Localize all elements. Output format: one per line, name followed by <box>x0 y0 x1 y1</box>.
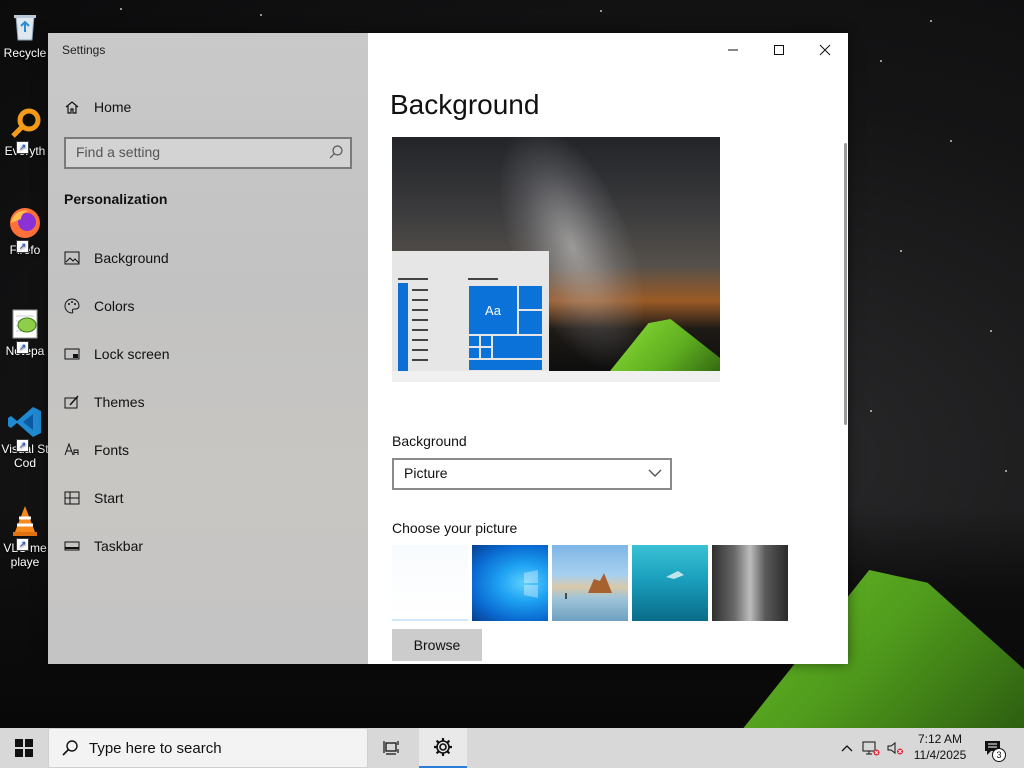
maximize-button[interactable] <box>756 39 802 61</box>
background-preview: Aa <box>392 137 720 382</box>
shortcut-arrow-icon: ↗ <box>16 141 29 154</box>
action-center-button[interactable]: 3 <box>978 728 1008 768</box>
preview-wallpaper-image: Aa <box>392 137 720 371</box>
font-icon <box>64 442 79 456</box>
shortcut-arrow-icon: ↗ <box>16 439 29 452</box>
recycle-bin-icon <box>14 15 36 41</box>
taskbar-icon <box>64 541 80 551</box>
start-button[interactable] <box>0 728 48 768</box>
sidebar-item-label: Fonts <box>94 442 130 458</box>
sidebar-item-lock-screen[interactable]: Lock screen <box>64 342 169 366</box>
notepad-plus-icon <box>12 309 38 339</box>
page-title: Background <box>390 89 540 120</box>
desktop-icon-label: Recycle <box>3 46 47 60</box>
find-setting-placeholder: Find a setting <box>76 144 161 160</box>
picture-icon <box>64 251 80 265</box>
preview-start-menu-mock: Aa <box>392 251 549 371</box>
window-title: Settings <box>62 43 106 57</box>
sidebar-home-label: Home <box>94 99 132 115</box>
sidebar-item-label: Lock screen <box>94 346 170 362</box>
show-hidden-icons-button[interactable] <box>838 728 856 768</box>
chevron-up-icon <box>841 745 853 752</box>
sidebar-item-label: Start <box>94 490 124 506</box>
sidebar-item-label: Taskbar <box>94 538 144 554</box>
shortcut-arrow-icon: ↗ <box>16 341 29 354</box>
background-type-label: Background <box>392 433 467 449</box>
desktop-icon-vlc[interactable]: ↗ VLC me playe <box>0 503 50 569</box>
sidebar-item-start[interactable]: Start <box>64 486 124 510</box>
picture-thumbnail-beach[interactable] <box>552 545 628 621</box>
palette-icon <box>64 298 80 314</box>
task-view-button[interactable] <box>368 728 416 768</box>
picture-thumbnail-rock[interactable] <box>712 545 788 621</box>
sidebar-home[interactable]: Home <box>64 95 131 119</box>
rock-formation-icon <box>565 573 612 599</box>
clock-time: 7:12 AM <box>917 732 963 746</box>
picture-thumbnail-underwater[interactable] <box>632 545 708 621</box>
volume-tray-button[interactable] <box>884 728 906 768</box>
close-icon <box>819 44 831 56</box>
everything-search-icon <box>11 108 41 138</box>
taskbar: Type here to search 7:12 AM 11/4/2025 3 <box>0 728 1024 768</box>
minimize-button[interactable] <box>710 39 756 61</box>
swimmer-icon <box>666 571 684 579</box>
background-type-value: Picture <box>404 465 448 481</box>
speaker-muted-icon <box>887 742 903 755</box>
lock-screen-icon <box>64 348 80 360</box>
sidebar-item-background[interactable]: Background <box>64 246 169 270</box>
sidebar-item-taskbar[interactable]: Taskbar <box>64 534 143 558</box>
vlc-cone-icon <box>13 506 37 536</box>
desktop-icon-notepad-plus[interactable]: ↗ Notepa <box>0 306 50 358</box>
gear-icon <box>434 738 452 756</box>
choose-picture-label: Choose your picture <box>392 520 518 536</box>
sidebar-item-colors[interactable]: Colors <box>64 294 134 318</box>
brush-icon <box>64 395 79 409</box>
settings-content: Background Aa Background Picture Choose … <box>368 33 848 664</box>
settings-window: Settings Home Find a setting Personaliza… <box>48 33 848 664</box>
desktop-icon-label-line2: Cod <box>13 456 36 470</box>
find-setting-input[interactable]: Find a setting <box>64 137 352 169</box>
taskbar-search-box[interactable]: Type here to search <box>48 728 368 768</box>
home-icon <box>65 101 79 114</box>
sidebar-item-fonts[interactable]: Fonts <box>64 438 129 462</box>
preview-tile-label: Aa <box>485 302 501 318</box>
browse-button[interactable]: Browse <box>392 629 482 661</box>
picture-thumbnail-windows[interactable] <box>472 545 548 621</box>
taskbar-search-placeholder: Type here to search <box>89 740 222 757</box>
sidebar-item-label: Background <box>94 250 169 266</box>
shortcut-arrow-icon: ↗ <box>16 538 29 551</box>
desktop-icon-recycle-bin[interactable]: Recycle <box>0 8 50 60</box>
vertical-scrollbar[interactable] <box>844 143 847 425</box>
taskbar-clock[interactable]: 7:12 AM 11/4/2025 <box>905 731 975 763</box>
notification-count-badge: 3 <box>992 748 1006 762</box>
start-icon <box>64 491 80 505</box>
chevron-down-icon <box>648 469 662 477</box>
section-title-personalization: Personalization <box>64 191 168 207</box>
windows-logo-icon <box>524 570 538 598</box>
network-tray-button[interactable] <box>860 728 882 768</box>
sidebar-item-label: Themes <box>94 394 145 410</box>
desktop-icon-label-line2: playe <box>10 555 40 569</box>
search-icon <box>62 740 78 756</box>
taskbar-settings-app[interactable] <box>419 728 467 768</box>
search-icon <box>329 145 343 159</box>
settings-sidebar: Settings Home Find a setting Personaliza… <box>48 33 368 664</box>
desktop-icon-firefox[interactable]: ↗ Firefo <box>0 205 50 257</box>
desktop-icon-everything[interactable]: ↗ Everyth <box>0 106 50 158</box>
sidebar-item-themes[interactable]: Themes <box>64 390 145 414</box>
maximize-icon <box>774 45 784 55</box>
clock-date: 11/4/2025 <box>913 748 967 762</box>
sidebar-item-label: Colors <box>94 298 135 314</box>
vscode-icon <box>8 407 41 437</box>
background-type-dropdown[interactable]: Picture <box>392 458 672 490</box>
minimize-icon <box>728 49 738 51</box>
desktop-icon-visual-studio-code[interactable]: ↗ Visual St Cod <box>0 404 50 470</box>
network-icon <box>862 741 880 756</box>
task-view-icon <box>383 741 399 755</box>
picture-thumbnail-1[interactable] <box>392 545 468 621</box>
shortcut-arrow-icon: ↗ <box>16 240 29 253</box>
windows-logo-icon <box>15 739 33 757</box>
firefox-icon <box>10 208 40 238</box>
close-button[interactable] <box>802 39 848 61</box>
